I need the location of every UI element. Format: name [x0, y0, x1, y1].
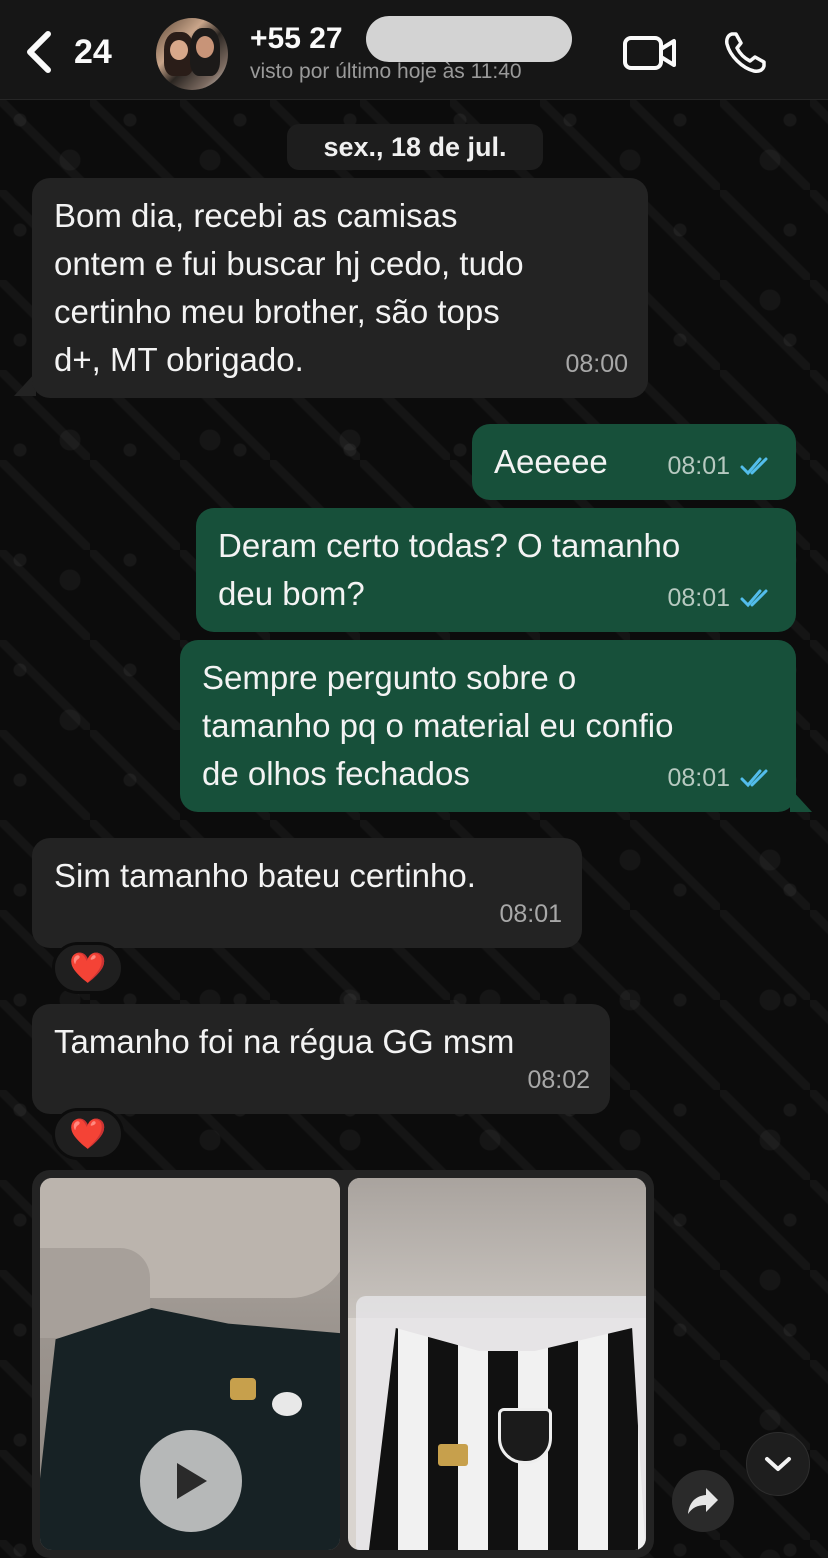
message-bubble-outgoing[interactable]: Deram certo todas? O tamanho deu bom? 08…: [196, 508, 796, 632]
heart-reaction[interactable]: ❤️: [52, 942, 124, 994]
message-text: Tamanho foi na régua GG msm: [54, 1023, 515, 1060]
message-time: 08:02: [527, 1066, 590, 1094]
message-time: 08:01: [667, 452, 730, 480]
date-separator: sex., 18 de jul.: [287, 124, 543, 170]
chat-header: 24 +55 27 visto por último hoje às 11:40: [0, 0, 828, 100]
forward-icon: [688, 1488, 718, 1514]
unread-count: 24: [74, 32, 112, 71]
photo-thumbnail[interactable]: [348, 1178, 646, 1550]
forward-button[interactable]: [672, 1470, 734, 1532]
phone-call-icon[interactable]: [722, 30, 768, 76]
message-bubble-incoming[interactable]: Tamanho foi na régua GG msm 08:02: [32, 1004, 610, 1114]
contact-name[interactable]: +55 27: [250, 22, 343, 56]
read-receipt-icon: [740, 769, 768, 788]
read-receipt-icon: [740, 589, 768, 608]
scroll-to-bottom-button[interactable]: [746, 1432, 810, 1496]
heart-reaction[interactable]: ❤️: [52, 1108, 124, 1160]
message-time: 08:01: [667, 584, 730, 612]
media-message[interactable]: [32, 1170, 654, 1558]
chat-area[interactable]: sex., 18 de jul. Bom dia, recebi as cami…: [0, 100, 828, 1558]
avatar[interactable]: [156, 18, 228, 90]
message-time: 08:01: [499, 900, 562, 928]
back-chevron-icon: [27, 31, 51, 73]
video-thumbnail[interactable]: [40, 1178, 340, 1550]
message-text: Sim tamanho bateu certinho.: [54, 857, 476, 894]
read-receipt-icon: [740, 457, 768, 476]
message-bubble-incoming[interactable]: Bom dia, recebi as camisas ontem e fui b…: [32, 178, 648, 398]
message-bubble-incoming[interactable]: Sim tamanho bateu certinho. 08:01: [32, 838, 582, 948]
video-call-icon[interactable]: [622, 34, 678, 72]
back-button[interactable]: 24: [22, 28, 112, 76]
message-time: 08:01: [667, 764, 730, 792]
message-time: 08:00: [565, 350, 628, 378]
chevron-down-icon: [765, 1457, 791, 1471]
message-bubble-outgoing[interactable]: Sempre pergunto sobre o tamanho pq o mat…: [180, 640, 796, 812]
play-button[interactable]: [140, 1430, 242, 1532]
message-text: Bom dia, recebi as camisas ontem e fui b…: [54, 197, 524, 378]
last-seen-status: visto por último hoje às 11:40: [250, 60, 522, 83]
play-icon: [177, 1463, 207, 1499]
message-bubble-outgoing[interactable]: Aeeeee 08:01: [472, 424, 796, 500]
redacted-number: [366, 16, 572, 62]
